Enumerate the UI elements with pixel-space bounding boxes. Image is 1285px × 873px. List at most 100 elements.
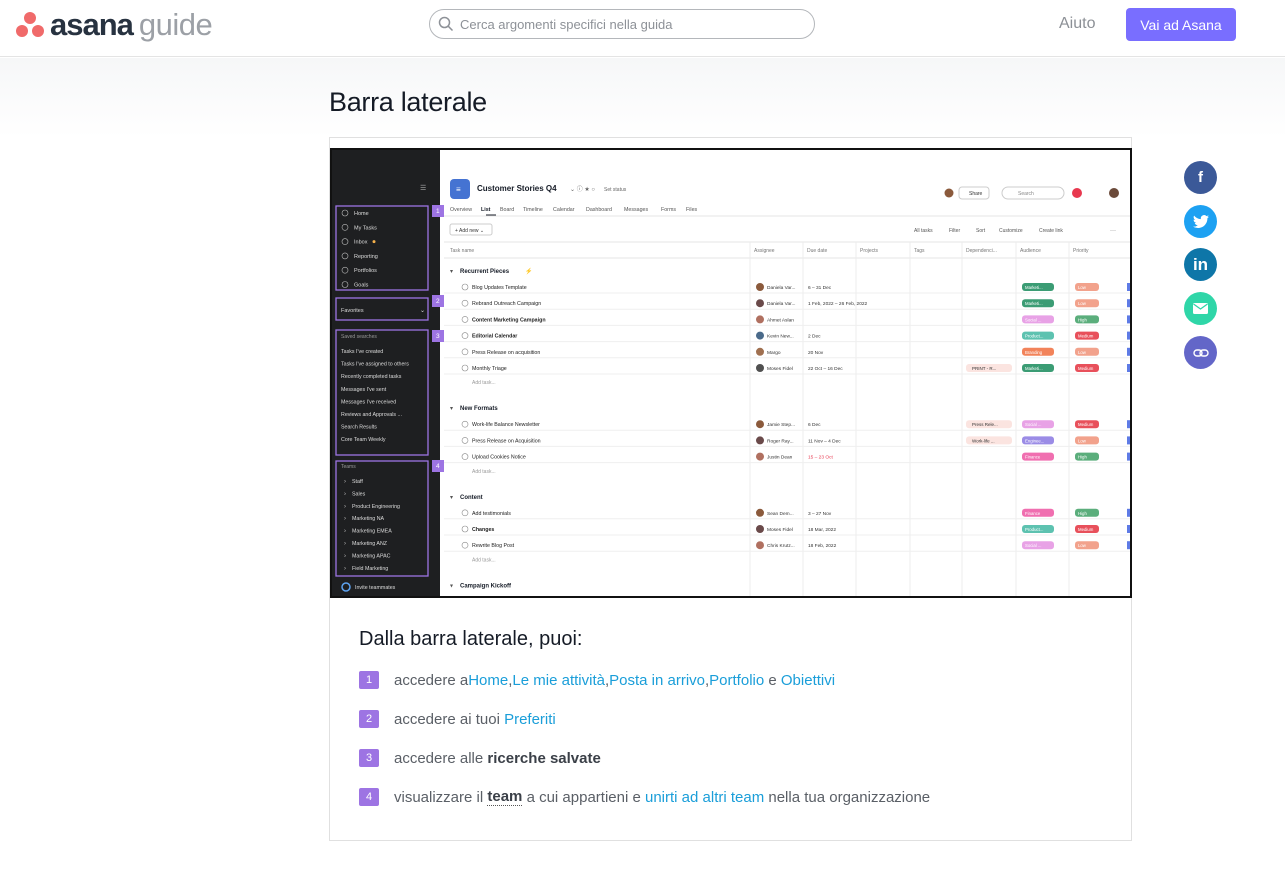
saved-search-item: Tasks I've created	[341, 349, 383, 355]
priority-label: Medium	[1078, 422, 1094, 427]
chevron-right-icon: ›	[344, 566, 346, 572]
avatar	[756, 331, 764, 340]
separator: e	[764, 671, 781, 689]
task-name: Work-life Balance Newsletter	[472, 422, 540, 428]
search-box[interactable]	[429, 9, 815, 39]
header-fade-band	[0, 58, 1285, 138]
chevron-right-icon: ›	[344, 504, 346, 510]
task-check-icon	[461, 437, 469, 444]
linkedin-icon[interactable]: in	[1184, 248, 1217, 281]
audience-label: Social ...	[1025, 422, 1041, 427]
home-link[interactable]: Home	[468, 672, 508, 689]
list-item: 4 visualizzare il team a cui appartieni …	[359, 788, 930, 806]
list-item: 1 accedere a Home, Le mie attività, Post…	[359, 671, 835, 689]
tab: Dashboard	[586, 207, 612, 213]
team-item: Field Marketing	[352, 566, 388, 572]
task-due-date: 11 Nov – 4 Dec	[808, 438, 841, 444]
inbox-link[interactable]: Posta in arrivo	[609, 672, 705, 689]
toolbar-item: Filter	[949, 228, 960, 234]
sidebar-nav-item: Inbox	[354, 240, 368, 246]
link-icon[interactable]	[1184, 336, 1217, 369]
saved-searches-header: Saved searches	[341, 334, 377, 340]
saved-search-item: Messages I've received	[341, 399, 396, 405]
task-name: Rebrand Outreach Campaign	[472, 301, 541, 307]
team-glossary-term[interactable]: team	[487, 788, 523, 806]
avatar	[756, 420, 764, 429]
task-due-date: 6 – 31 Dec	[808, 285, 832, 291]
task-assignee: Margo	[767, 350, 781, 356]
task-name: Add testimonials	[472, 511, 511, 517]
item-text: accedere a	[394, 671, 469, 689]
dependency-label: PRINT - R...	[972, 366, 996, 371]
column-header: Projects	[860, 248, 879, 254]
section-toggle-icon: ▾	[450, 495, 453, 501]
priority-label: Low	[1078, 301, 1087, 306]
invite-teammates: Invite teammates	[355, 585, 396, 591]
article-card: ☰ Home My Tasks Inbox Reporting Portfolios Goa…	[329, 137, 1132, 841]
favorites-link[interactable]: Preferiti	[504, 711, 556, 728]
priority-label: Low	[1078, 285, 1087, 290]
column-header: Priority	[1073, 248, 1089, 254]
add-icon	[1072, 188, 1082, 198]
task-check-icon	[461, 420, 469, 428]
add-task: Add task...	[472, 557, 496, 563]
help-link[interactable]: Aiuto	[1059, 15, 1095, 33]
overflow-chip	[1127, 283, 1130, 291]
share-label: Share	[969, 191, 983, 197]
overflow-chip	[1127, 331, 1130, 340]
audience-label: Marketi...	[1025, 366, 1043, 371]
task-assignee: Chris Krutz...	[767, 543, 795, 549]
task-assignee: Moses Fidel	[767, 527, 793, 533]
toolbar-item: Sort	[976, 228, 986, 234]
search-icon	[438, 16, 454, 32]
audience-label: Branding	[1025, 350, 1043, 355]
add-task: Add task...	[472, 469, 496, 475]
my-tasks-link[interactable]: Le mie attività	[512, 672, 605, 689]
goals-link[interactable]: Obiettivi	[781, 672, 835, 689]
join-teams-link[interactable]: unirti ad altri team	[645, 789, 764, 806]
set-status: Set status	[604, 187, 627, 193]
audience-label: Marketi...	[1025, 301, 1043, 306]
sidebar-nav-item: Goals	[354, 283, 369, 289]
task-check-icon	[461, 509, 469, 517]
asana-guide-logo[interactable]: asana guide	[16, 9, 213, 40]
portfolio-link[interactable]: Portfolio	[709, 672, 764, 689]
audience-label: Product...	[1025, 527, 1043, 532]
project-actions-icon: ⌄ ⓘ ★ ○	[570, 185, 595, 193]
email-icon[interactable]	[1184, 292, 1217, 325]
twitter-icon[interactable]	[1184, 205, 1217, 238]
step-badge: 2	[359, 710, 379, 728]
go-to-asana-button[interactable]: Vai ad Asana	[1126, 8, 1236, 41]
facebook-icon[interactable]: f	[1184, 161, 1217, 194]
chevron-right-icon: ›	[344, 479, 346, 485]
step-badge-number: 2	[436, 298, 440, 305]
search-label: Search	[1018, 191, 1034, 197]
avatar	[756, 283, 764, 291]
priority-label: Medium	[1078, 527, 1094, 532]
team-item: Marketing ANZ	[352, 541, 388, 547]
task-due-date: 18 Mar, 2022	[808, 527, 836, 533]
add-new-label: + Add new ⌄	[455, 228, 484, 234]
chevron-down-icon: ⌄	[420, 308, 425, 314]
sidebar-nav-item: Reporting	[354, 254, 378, 260]
avatar	[756, 299, 764, 308]
priority-label: High	[1078, 511, 1087, 516]
chevron-right-icon: ›	[344, 541, 346, 547]
priority-label: High	[1078, 455, 1087, 460]
toolbar-item: Customize	[999, 228, 1023, 234]
section-title: Content	[460, 495, 483, 501]
audience-label: Finance	[1025, 455, 1041, 460]
favorites-label: Favorites	[341, 308, 364, 314]
task-assignee: Roger Ray...	[767, 438, 794, 444]
sidebar-nav-item: Portfolios	[354, 268, 377, 274]
search-input[interactable]	[460, 16, 790, 32]
column-header: Tags	[914, 248, 925, 254]
collapse-icon: ☰	[420, 185, 426, 192]
audience-label: Product...	[1025, 334, 1043, 339]
item-text: nella tua organizzazione	[764, 788, 931, 806]
team-item: Marketing EMEA	[352, 529, 392, 535]
avatar	[756, 541, 764, 550]
overflow-chip	[1127, 508, 1130, 517]
avatar	[756, 364, 764, 372]
saved-search-item: Search Results	[341, 425, 377, 431]
